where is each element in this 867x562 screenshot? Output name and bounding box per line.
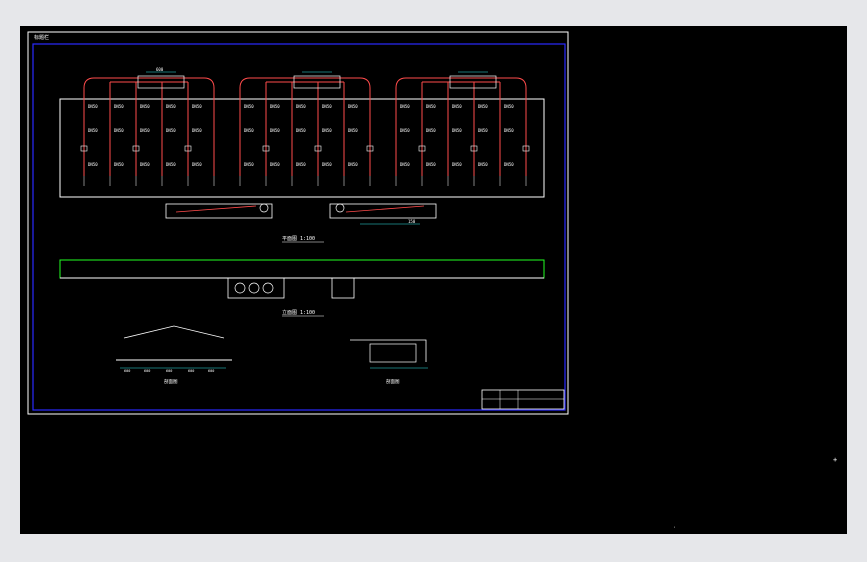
svg-text:DN50: DN50 <box>504 128 514 133</box>
elevation-label: 立面图 1:100 <box>282 309 315 316</box>
plan-outline <box>59 98 545 198</box>
svg-text:DN50: DN50 <box>478 104 488 109</box>
svg-text:600: 600 <box>166 369 172 373</box>
svg-text:DN50: DN50 <box>114 128 124 133</box>
svg-text:DN50: DN50 <box>244 104 254 109</box>
plan-annex-pump-left <box>259 203 269 213</box>
svg-text:DN50: DN50 <box>88 128 98 133</box>
plan-cell-labels: DN50 DN50 DN50 DN50 DN50 DN50 DN50 DN50 DN50 DN5… <box>88 104 514 167</box>
section-a-roof-truss <box>123 325 225 339</box>
svg-text:DN50: DN50 <box>348 162 358 167</box>
svg-text:DN50: DN50 <box>270 162 280 167</box>
elevation-annex-right <box>331 277 355 299</box>
svg-text:DN50: DN50 <box>504 162 514 167</box>
elevation-tank-1 <box>234 282 246 294</box>
svg-text:DN50: DN50 <box>140 128 150 133</box>
svg-text:DN50: DN50 <box>426 162 436 167</box>
section-b-box <box>369 343 417 363</box>
svg-text:DN50: DN50 <box>88 104 98 109</box>
svg-text:DN50: DN50 <box>244 162 254 167</box>
svg-text:DN50: DN50 <box>322 128 332 133</box>
svg-text:600: 600 <box>208 369 214 373</box>
section-a-dims: 600 600 600 600 600 <box>124 369 214 373</box>
section-b-view: 剖面图 <box>350 339 428 385</box>
plan-pipe-headers <box>83 77 527 89</box>
plan-label: 平面图 1:100 <box>282 236 315 242</box>
svg-text:600: 600 <box>124 369 130 373</box>
svg-text:DN50: DN50 <box>296 104 306 109</box>
svg-text:DN50: DN50 <box>166 104 176 109</box>
svg-text:DN50: DN50 <box>192 104 202 109</box>
drawing-canvas[interactable]: 标题栏 600 DN50 DN50 DN50 DN50 DN50 DN50 DN… <box>20 26 847 534</box>
elevation-tank-3 <box>262 282 274 294</box>
elevation-tank-2 <box>248 282 260 294</box>
svg-text:DN50: DN50 <box>452 128 462 133</box>
elevation-roof <box>59 259 545 279</box>
small-mark-icon: · <box>673 525 676 531</box>
crosshair-icon: + <box>833 456 837 464</box>
title-block-label: 标题栏 <box>34 34 49 41</box>
section-b-label: 剖面图 <box>386 378 400 385</box>
plan-dim-bottom: 150 <box>408 219 416 224</box>
svg-text:DN50: DN50 <box>244 128 254 133</box>
plan-annex-pipe-right <box>345 205 425 213</box>
svg-text:DN50: DN50 <box>322 104 332 109</box>
plan-dim-top: 600 <box>156 67 164 72</box>
svg-text:DN50: DN50 <box>348 104 358 109</box>
svg-text:DN50: DN50 <box>400 104 410 109</box>
svg-text:DN50: DN50 <box>166 128 176 133</box>
elevation-view: 立面图 1:100 <box>59 259 545 317</box>
svg-text:DN50: DN50 <box>400 162 410 167</box>
elevation-annex-left <box>227 277 285 299</box>
svg-text:DN50: DN50 <box>192 128 202 133</box>
svg-text:DN50: DN50 <box>140 104 150 109</box>
svg-text:DN50: DN50 <box>452 162 462 167</box>
section-a-label: 剖面图 <box>164 378 178 385</box>
section-b-roof <box>350 339 427 362</box>
svg-text:DN50: DN50 <box>478 162 488 167</box>
svg-text:DN50: DN50 <box>140 162 150 167</box>
svg-text:DN50: DN50 <box>166 162 176 167</box>
plan-annex-left <box>165 203 273 219</box>
svg-text:DN50: DN50 <box>296 162 306 167</box>
svg-text:DN50: DN50 <box>270 104 280 109</box>
svg-text:DN50: DN50 <box>348 128 358 133</box>
plan-column-markers <box>80 145 530 152</box>
sheet-outer-frame <box>27 31 569 415</box>
plan-annex-pump-right <box>335 203 345 213</box>
section-a-view: 600 600 600 600 600 剖面图 <box>116 325 232 385</box>
plan-column-grid <box>83 101 527 186</box>
svg-text:DN50: DN50 <box>88 162 98 167</box>
plan-view: 600 DN50 DN50 DN50 DN50 DN50 DN50 DN50 DN50 DN5… <box>59 67 545 243</box>
svg-text:600: 600 <box>144 369 150 373</box>
svg-text:600: 600 <box>188 369 194 373</box>
svg-text:DN50: DN50 <box>478 128 488 133</box>
svg-text:DN50: DN50 <box>322 162 332 167</box>
svg-text:DN50: DN50 <box>192 162 202 167</box>
svg-text:DN50: DN50 <box>270 128 280 133</box>
svg-text:DN50: DN50 <box>452 104 462 109</box>
title-block <box>481 389 565 410</box>
svg-text:DN50: DN50 <box>296 128 306 133</box>
svg-text:DN50: DN50 <box>426 104 436 109</box>
plan-annex-pipe-left <box>175 205 257 213</box>
svg-text:DN50: DN50 <box>400 128 410 133</box>
svg-text:DN50: DN50 <box>114 104 124 109</box>
svg-text:DN50: DN50 <box>426 128 436 133</box>
svg-text:DN50: DN50 <box>114 162 124 167</box>
cad-model-viewport[interactable]: 标题栏 600 DN50 DN50 DN50 DN50 DN50 DN50 DN… <box>20 26 847 534</box>
svg-text:DN50: DN50 <box>504 104 514 109</box>
